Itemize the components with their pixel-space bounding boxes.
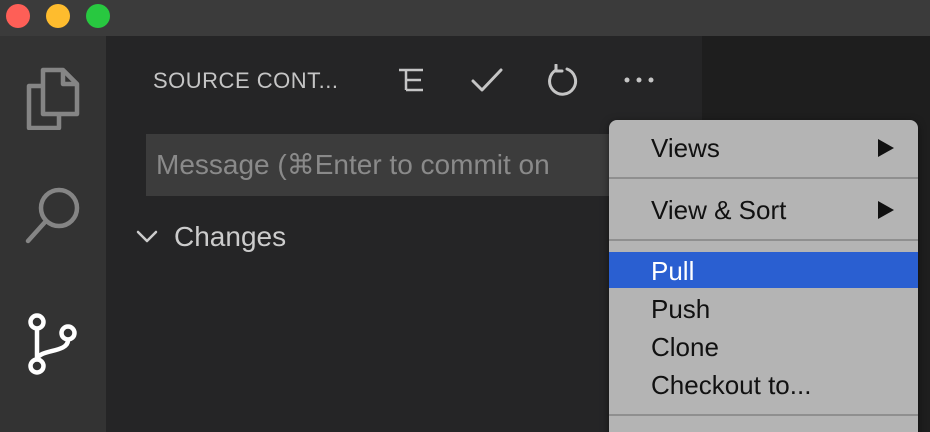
files-icon xyxy=(26,67,80,130)
chevron-down-icon xyxy=(136,230,158,243)
panel-title: SOURCE CONT... xyxy=(153,68,339,93)
tree-view-icon xyxy=(399,68,423,92)
menu-item-push[interactable]: Push xyxy=(609,290,918,326)
menu-item-label: Views xyxy=(651,133,720,163)
menu-separator xyxy=(609,177,918,179)
menu-separator xyxy=(609,414,918,416)
source-control-icon xyxy=(28,313,77,375)
commit-message-input[interactable] xyxy=(146,134,666,196)
menu-item-label: Checkout to... xyxy=(651,370,812,400)
activity-bar xyxy=(0,36,106,432)
commit-button[interactable] xyxy=(465,58,509,102)
more-actions-menu: Views View & Sort Pull Push Clone Checko… xyxy=(609,120,918,432)
changes-group-header[interactable]: Changes xyxy=(136,214,286,260)
close-window-button[interactable] xyxy=(6,4,30,28)
title-bar xyxy=(0,0,930,36)
activity-explorer[interactable] xyxy=(0,48,106,148)
more-icon xyxy=(624,77,654,83)
submenu-arrow-icon xyxy=(878,139,894,157)
menu-item-label: Pull xyxy=(651,256,695,286)
menu-separator xyxy=(609,239,918,241)
search-icon xyxy=(25,187,80,244)
activity-source-control[interactable] xyxy=(0,294,106,394)
view-as-tree-button[interactable] xyxy=(389,58,433,102)
more-actions-button[interactable] xyxy=(617,58,661,102)
menu-item-label: Clone xyxy=(651,332,719,362)
minimize-window-button[interactable] xyxy=(46,4,70,28)
panel-header: SOURCE CONT... xyxy=(106,54,702,104)
refresh-icon xyxy=(548,64,578,96)
menu-item-checkout[interactable]: Checkout to... xyxy=(609,366,918,402)
menu-item-view-sort[interactable]: View & Sort xyxy=(609,191,918,227)
commit-message-box xyxy=(146,134,666,196)
check-icon xyxy=(471,68,503,92)
menu-item-pull[interactable]: Pull xyxy=(609,252,918,288)
refresh-button[interactable] xyxy=(541,58,585,102)
activity-search[interactable] xyxy=(0,166,106,266)
menu-item-label: Push xyxy=(651,294,711,324)
maximize-window-button[interactable] xyxy=(86,4,110,28)
changes-label: Changes xyxy=(174,221,287,252)
menu-item-views[interactable]: Views xyxy=(609,129,918,165)
submenu-arrow-icon xyxy=(878,201,894,219)
menu-item-clone[interactable]: Clone xyxy=(609,328,918,364)
menu-item-label: View & Sort xyxy=(651,195,787,225)
